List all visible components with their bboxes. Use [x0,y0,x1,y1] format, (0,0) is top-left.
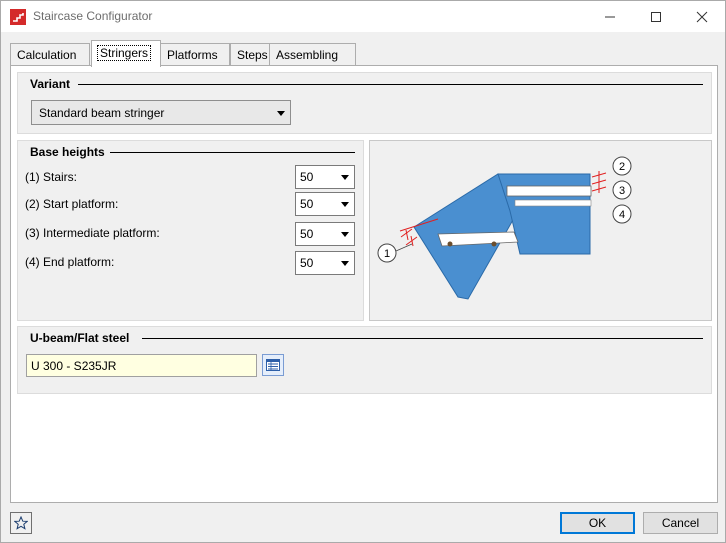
tab-label: Calculation [17,48,77,62]
tab-assembling[interactable]: Assembling [269,43,356,66]
u-beam-value: U 300 - S235JR [31,359,117,373]
callout-3: 3 [612,180,632,200]
chevron-down-icon [341,232,349,237]
tab-stringers[interactable]: Stringers [91,40,161,67]
window-title: Staircase Configurator [33,9,153,23]
callout-2: 2 [612,156,632,176]
title-bar: Staircase Configurator [1,1,725,32]
base-heights-title: Base heights [30,145,108,159]
intermediate-platform-label: (3) Intermediate platform: [25,226,160,240]
group-divider [78,84,703,85]
u-beam-field[interactable]: U 300 - S235JR [26,354,257,377]
callout-1: 1 [377,243,413,263]
maximize-icon [651,11,661,22]
maximize-button[interactable] [633,1,679,32]
tab-calculation[interactable]: Calculation [10,43,90,66]
upper-step-plate [506,185,592,197]
stairs-height-select[interactable]: 50 [295,165,355,189]
variant-group: Variant Standard beam stringer [17,72,712,134]
stringer-diagram: 1 2 3 4 [377,156,632,300]
tab-label: Steps [237,48,268,62]
end-platform-height-select[interactable]: 50 [295,251,355,275]
ok-button[interactable]: OK [560,512,635,534]
tab-platforms[interactable]: Platforms [160,43,230,66]
tab-label: Assembling [276,48,339,62]
tab-content-stringers: Variant Standard beam stringer Base heig… [10,65,718,503]
start-platform-height-value: 50 [300,197,314,211]
minimize-button[interactable] [587,1,633,32]
platform-height-marker [591,171,607,193]
chevron-down-icon [277,110,285,116]
base-heights-group: Base heights (1) Stairs: 50 (2) Start pl… [17,140,364,321]
group-divider [110,152,355,153]
stringer-diagram-panel: 1 2 3 4 [369,140,712,321]
favorites-button[interactable] [10,512,32,534]
configurator-window: Staircase Configurator Calculation Strin… [0,0,726,543]
close-icon [696,11,708,22]
group-divider [142,338,703,339]
tab-label: Platforms [167,48,218,62]
stairs-label: (1) Stairs: [25,170,78,184]
minimize-icon [605,16,615,17]
start-platform-height-select[interactable]: 50 [295,192,355,216]
bolt-shape [447,241,453,247]
bolt-shape [491,241,497,247]
variant-select[interactable]: Standard beam stringer [31,100,291,125]
callout-4-label: 4 [619,209,625,221]
end-platform-height-value: 50 [300,256,314,270]
u-beam-group: U-beam/Flat steel U 300 - S235JR [17,326,712,394]
callout-2-label: 2 [619,161,625,173]
callout-4: 4 [612,204,632,224]
intermediate-platform-height-select[interactable]: 50 [295,222,355,246]
end-platform-label: (4) End platform: [25,255,115,269]
intermediate-platform-height-value: 50 [300,227,314,241]
stairs-height-value: 50 [300,170,314,184]
upper-step-plate-lower [514,199,592,207]
variant-group-title: Variant [30,77,74,91]
close-button[interactable] [679,1,725,32]
chevron-down-icon [341,202,349,207]
catalog-browse-button[interactable] [262,354,284,376]
tab-label: Stringers [96,45,152,61]
ok-button-label: OK [588,516,607,530]
chevron-down-icon [341,175,349,180]
start-platform-label: (2) Start platform: [25,197,119,211]
chevron-down-icon [341,261,349,266]
cancel-button[interactable]: Cancel [643,512,718,534]
variant-select-value: Standard beam stringer [39,105,165,120]
cancel-button-label: Cancel [661,516,700,530]
staircase-app-icon [10,9,26,25]
catalog-browse-icon [266,359,280,371]
callout-3-label: 3 [619,185,625,197]
star-icon [14,516,28,530]
callout-1-label: 1 [384,248,390,260]
u-beam-title: U-beam/Flat steel [30,331,133,345]
tab-steps[interactable]: Steps [230,43,270,66]
